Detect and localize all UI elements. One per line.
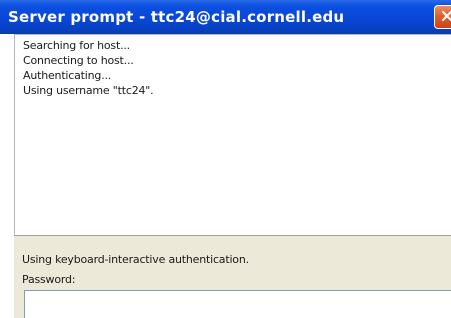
output-line: Searching for host...: [23, 39, 130, 52]
title-bar[interactable]: Server prompt - ttc24@cial.cornell.edu: [0, 0, 451, 34]
session-output: Searching for host... Connecting to host…: [14, 34, 451, 235]
prompt-panel: Using keyboard-interactive authenticatio…: [14, 236, 451, 318]
auth-message: Using keyboard-interactive authenticatio…: [22, 253, 249, 266]
server-prompt-window: Server prompt - ttc24@cial.cornell.edu S…: [0, 0, 451, 318]
close-icon: [441, 10, 451, 22]
close-button[interactable]: [434, 5, 451, 29]
output-line: Authenticating...: [23, 69, 112, 82]
window-title: Server prompt - ttc24@cial.cornell.edu: [8, 8, 345, 26]
password-field[interactable]: [24, 290, 451, 318]
password-label: Password:: [22, 273, 76, 286]
output-line: Using username "ttc24".: [23, 84, 154, 97]
output-line: Connecting to host...: [23, 54, 134, 67]
